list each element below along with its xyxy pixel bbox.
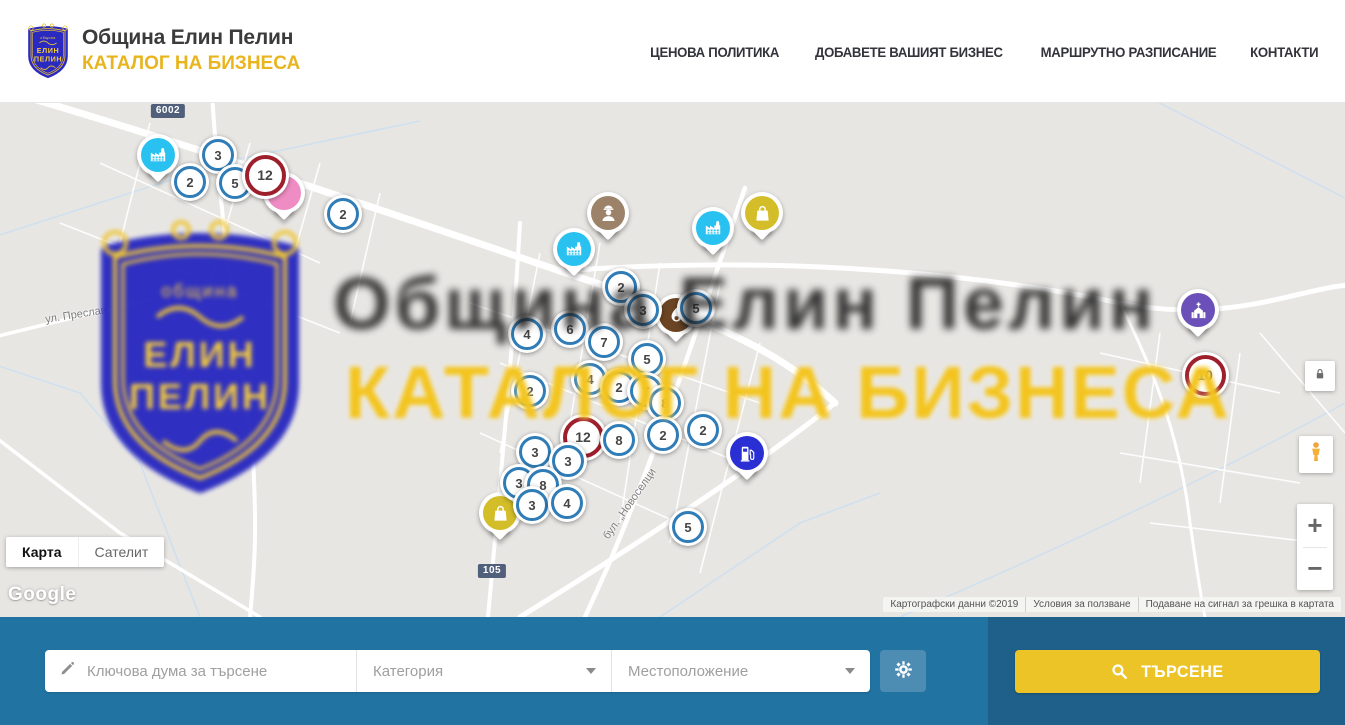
attribution-terms-link[interactable]: Условия за ползване (1025, 597, 1137, 612)
cluster-count: 7 (642, 384, 649, 399)
attribution-copyright: Картографски данни ©2019 (883, 597, 1025, 612)
cluster-count: 12 (257, 167, 273, 183)
cluster-count: 6 (566, 322, 573, 337)
keyword-input[interactable] (87, 663, 342, 680)
cluster-marker[interactable]: 4 (508, 315, 546, 353)
cluster-count: 8 (615, 433, 622, 448)
cluster-count: 4 (563, 496, 570, 511)
cluster-count: 8 (661, 396, 668, 411)
cluster-count: 3 (214, 148, 221, 163)
svg-text:ПЕЛИН: ПЕЛИН (34, 54, 62, 63)
cluster-marker[interactable]: 5 (669, 508, 707, 546)
header: община ЕЛИН ПЕЛИН Община Елин Пелин КАТА… (0, 0, 1345, 103)
zoom-out-button[interactable]: − (1297, 548, 1333, 590)
search-fields-group: Категория Местоположение (45, 650, 870, 692)
page: община ЕЛИН ПЕЛИН Община Елин Пелин КАТА… (0, 0, 1345, 725)
cluster-count: 2 (615, 380, 622, 395)
cluster-count: 5 (692, 301, 699, 316)
location-select[interactable]: Местоположение (612, 650, 870, 692)
cluster-count: 2 (186, 175, 193, 190)
lock-button[interactable] (1305, 361, 1335, 391)
svg-text:община: община (40, 36, 55, 40)
map-attribution: Картографски данни ©2019 Условия за полз… (883, 597, 1341, 612)
nav-item-2[interactable]: ДОБАВЕТЕ ВАШИЯТ БИЗНЕС (815, 44, 1003, 60)
gear-icon (893, 659, 914, 683)
cluster-marker[interactable]: 4 (548, 484, 586, 522)
location-select-value: Местоположение (628, 663, 748, 680)
search-bar-section: Категория Местоположение ТЪРСЕНЕ (0, 617, 1345, 725)
cluster-count: 2 (659, 428, 666, 443)
cluster-count: 3 (528, 498, 535, 513)
cluster-count: 3 (531, 445, 538, 460)
category-select-value: Категория (373, 663, 443, 680)
nav-item-3[interactable]: МАРШРУТНО РАЗПИСАНИЕ (1040, 44, 1216, 60)
attribution-report-link[interactable]: Подаване на сигнал за грешка в картата (1138, 597, 1341, 612)
street-view-pegman-button[interactable] (1299, 436, 1333, 473)
cluster-marker[interactable]: 12 (242, 152, 289, 199)
cluster-count: 3 (639, 303, 646, 318)
cluster-count: 2 (699, 423, 706, 438)
cluster-marker[interactable]: 3 (624, 291, 662, 329)
cluster-count: 2 (526, 384, 533, 399)
cluster-marker[interactable]: 2 (644, 416, 682, 454)
advanced-settings-button[interactable] (880, 650, 926, 692)
search-submit-button[interactable]: ТЪРСЕНЕ (1015, 650, 1320, 693)
cluster-count: 7 (600, 335, 607, 350)
site-title: Община Елин Пелин (82, 26, 300, 50)
category-select[interactable]: Категория (357, 650, 612, 692)
cluster-count: 12 (575, 429, 591, 445)
map-type-map-button[interactable]: Карта (6, 537, 78, 567)
cluster-marker[interactable]: 5 (677, 289, 715, 327)
keyword-field[interactable] (45, 650, 357, 692)
nav-item-4[interactable]: КОНТАКТИ (1250, 44, 1318, 60)
pencil-icon (59, 660, 76, 682)
site-subtitle: КАТАЛОГ НА БИЗНЕСА (82, 53, 300, 75)
municipality-emblem-icon: община ЕЛИН ПЕЛИН (25, 22, 71, 79)
zoom-control: + − (1297, 504, 1333, 590)
search-submit-label: ТЪРСЕНЕ (1141, 662, 1223, 682)
lock-icon (1312, 366, 1328, 387)
cluster-count: 3 (564, 454, 571, 469)
search-icon (1110, 662, 1129, 681)
cluster-count: 2 (617, 280, 624, 295)
cluster-marker[interactable]: 2 (684, 411, 722, 449)
cluster-count: 10 (1197, 367, 1213, 383)
cluster-count: 8 (539, 478, 546, 493)
svg-text:ЕЛИН: ЕЛИН (37, 46, 60, 55)
cluster-count: 5 (643, 352, 650, 367)
main-nav: ЦЕНОВА ПОЛИТИКА ДОБАВЕТЕ ВАШИЯТ БИЗНЕС МАР… (646, 0, 1320, 103)
site-logo[interactable]: община ЕЛИН ПЕЛИН Община Елин Пелин КАТА… (25, 22, 300, 79)
cluster-count: 4 (523, 327, 530, 342)
map-type-control: Карта Сателит (6, 537, 164, 567)
cluster-count: 3 (515, 476, 522, 491)
cluster-marker[interactable]: 6 (551, 310, 589, 348)
cluster-count: 4 (586, 372, 593, 387)
cluster-count: 5 (684, 520, 691, 535)
cluster-marker[interactable]: 2 (171, 163, 209, 201)
chevron-down-icon (586, 668, 596, 674)
pegman-icon (1304, 439, 1328, 470)
cluster-marker[interactable]: 2 (511, 372, 549, 410)
clusters-layer: 32512223546754227812822333834510 (0, 103, 1345, 617)
nav-item-1[interactable]: ЦЕНОВА ПОЛИТИКА (650, 44, 779, 60)
map-type-satellite-button[interactable]: Сателит (78, 537, 165, 567)
google-logo[interactable]: Google (8, 584, 76, 606)
cluster-marker[interactable]: 8 (600, 421, 638, 459)
map-canvas[interactable]: 6002105ул. Преславбул. „Новоселци 325122… (0, 103, 1345, 617)
cluster-marker[interactable]: 2 (324, 195, 362, 233)
zoom-in-button[interactable]: + (1297, 505, 1333, 547)
cluster-count: 5 (231, 176, 238, 191)
cluster-marker[interactable]: 7 (585, 323, 623, 361)
cluster-count: 2 (339, 207, 346, 222)
chevron-down-icon (845, 668, 855, 674)
cluster-marker[interactable]: 10 (1182, 352, 1229, 399)
